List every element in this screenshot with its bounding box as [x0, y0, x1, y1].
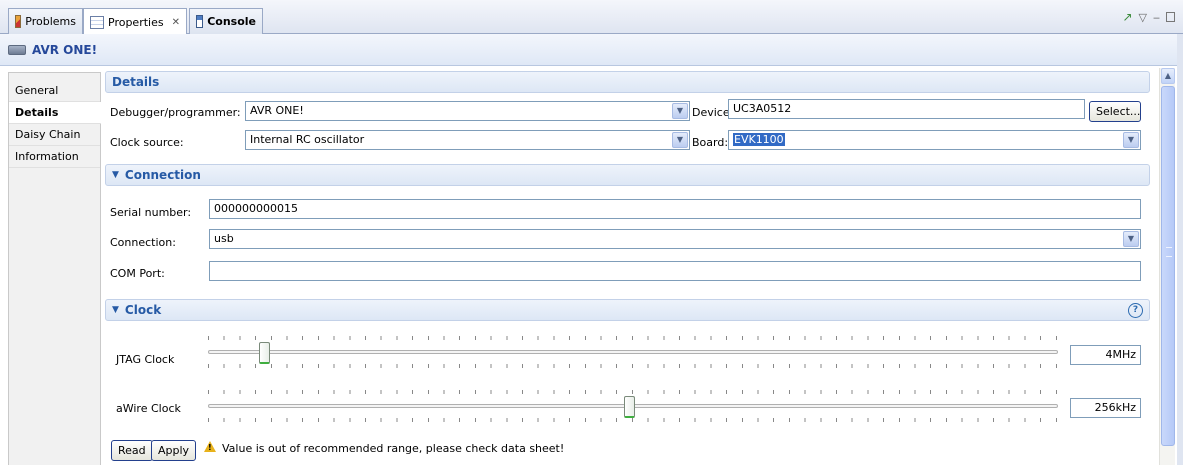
- connection-select-value: usb: [214, 232, 234, 245]
- awire-clock-value-field[interactable]: 256kHz: [1070, 398, 1141, 418]
- nav-item-information[interactable]: Information: [9, 146, 100, 168]
- nav-item-details[interactable]: Details: [9, 102, 101, 124]
- jtag-clock-slider-thumb[interactable]: [258, 342, 270, 364]
- nav-item-general[interactable]: General: [9, 80, 100, 102]
- tab-console[interactable]: Console: [189, 8, 263, 34]
- tab-properties[interactable]: Properties ✕: [83, 8, 187, 35]
- jtag-clock-label: JTAG Clock: [116, 353, 175, 366]
- debugger-select-value: AVR ONE!: [250, 104, 304, 117]
- left-nav: General Details Daisy Chain Information: [8, 72, 101, 465]
- clock-section-header[interactable]: ▼ Clock ?: [105, 299, 1150, 321]
- view-controls: ↗ ▽ ‒: [1122, 10, 1175, 24]
- console-icon: [196, 15, 204, 28]
- slider-track: [208, 350, 1058, 354]
- close-icon[interactable]: ✕: [172, 17, 180, 28]
- pin-view-icon[interactable]: ↗: [1122, 10, 1132, 24]
- tab-problems-label: Problems: [25, 15, 76, 28]
- com-port-field[interactable]: [209, 261, 1141, 281]
- device-icon: [8, 44, 26, 55]
- details-section-title: Details: [112, 75, 160, 89]
- board-select[interactable]: EVK1100 ▼: [728, 130, 1141, 150]
- connection-select[interactable]: usb ▼: [209, 229, 1141, 249]
- minimize-icon[interactable]: ‒: [1153, 11, 1160, 24]
- scroll-up-icon[interactable]: ▲: [1161, 68, 1175, 84]
- awire-clock-slider-thumb[interactable]: [624, 396, 636, 418]
- select-device-button[interactable]: Select...: [1089, 101, 1141, 122]
- collapse-triangle-icon[interactable]: ▼: [112, 305, 119, 315]
- view-tab-bar: Problems Properties ✕ Console ↗ ▽ ‒: [0, 0, 1183, 35]
- page-title: AVR ONE!: [32, 42, 98, 57]
- device-field-value: UC3A0512: [733, 102, 792, 115]
- board-select-value: EVK1100: [733, 133, 785, 146]
- apply-button[interactable]: Apply: [151, 440, 197, 461]
- warning-message: Value is out of recommended range, pleas…: [222, 442, 565, 455]
- slider-ticks: [208, 390, 1058, 394]
- chevron-down-icon[interactable]: ▼: [672, 103, 688, 119]
- slider-ticks: [208, 336, 1058, 340]
- grip-icon: [1166, 247, 1172, 257]
- tab-console-label: Console: [207, 15, 256, 28]
- device-field[interactable]: UC3A0512: [728, 99, 1085, 119]
- tab-properties-label: Properties: [108, 15, 164, 29]
- scrollbar-thumb[interactable]: [1161, 86, 1175, 446]
- awire-clock-label: aWire Clock: [116, 402, 181, 415]
- serial-number-label: Serial number:: [110, 206, 192, 219]
- debugger-select[interactable]: AVR ONE! ▼: [245, 101, 690, 121]
- serial-number-value: 000000000015: [214, 202, 298, 215]
- chevron-down-icon[interactable]: ▼: [1123, 132, 1139, 148]
- connection-section-header[interactable]: ▼ Connection: [105, 164, 1150, 186]
- com-port-label: COM Port:: [110, 267, 165, 280]
- help-icon[interactable]: ?: [1128, 303, 1143, 318]
- board-label: Board:: [692, 136, 729, 149]
- details-section-header: Details: [105, 71, 1150, 93]
- properties-icon: [90, 15, 104, 29]
- jtag-clock-value-field[interactable]: 4MHz: [1070, 345, 1141, 365]
- clock-source-select[interactable]: Internal RC oscillator ▼: [245, 130, 690, 150]
- clock-source-select-value: Internal RC oscillator: [250, 133, 365, 146]
- slider-ticks: [208, 364, 1058, 368]
- form-title-bar: AVR ONE!: [0, 34, 1183, 66]
- nav-item-daisy-chain[interactable]: Daisy Chain: [9, 124, 100, 146]
- warning-icon: !: [204, 441, 216, 452]
- maximize-icon[interactable]: [1166, 12, 1175, 22]
- properties-content: Details Debugger/programmer: AVR ONE! ▼ …: [102, 70, 1159, 465]
- view-frame-edge: [1177, 34, 1183, 465]
- clock-section-title: Clock: [124, 303, 162, 317]
- problems-icon: [15, 15, 22, 28]
- chevron-down-icon[interactable]: ▼: [1123, 231, 1139, 247]
- connection-section-title: Connection: [124, 168, 201, 182]
- chevron-down-icon[interactable]: ▼: [672, 132, 688, 148]
- serial-number-field[interactable]: 000000000015: [209, 199, 1141, 219]
- tab-problems[interactable]: Problems: [8, 8, 83, 34]
- clock-source-label: Clock source:: [110, 136, 184, 149]
- debugger-label: Debugger/programmer:: [110, 106, 241, 119]
- read-button[interactable]: Read: [111, 440, 153, 461]
- vertical-scrollbar[interactable]: ▲: [1159, 68, 1175, 465]
- collapse-triangle-icon[interactable]: ▼: [112, 170, 119, 180]
- connection-label: Connection:: [110, 236, 176, 249]
- view-menu-icon[interactable]: ▽: [1139, 11, 1147, 24]
- slider-ticks: [208, 418, 1058, 422]
